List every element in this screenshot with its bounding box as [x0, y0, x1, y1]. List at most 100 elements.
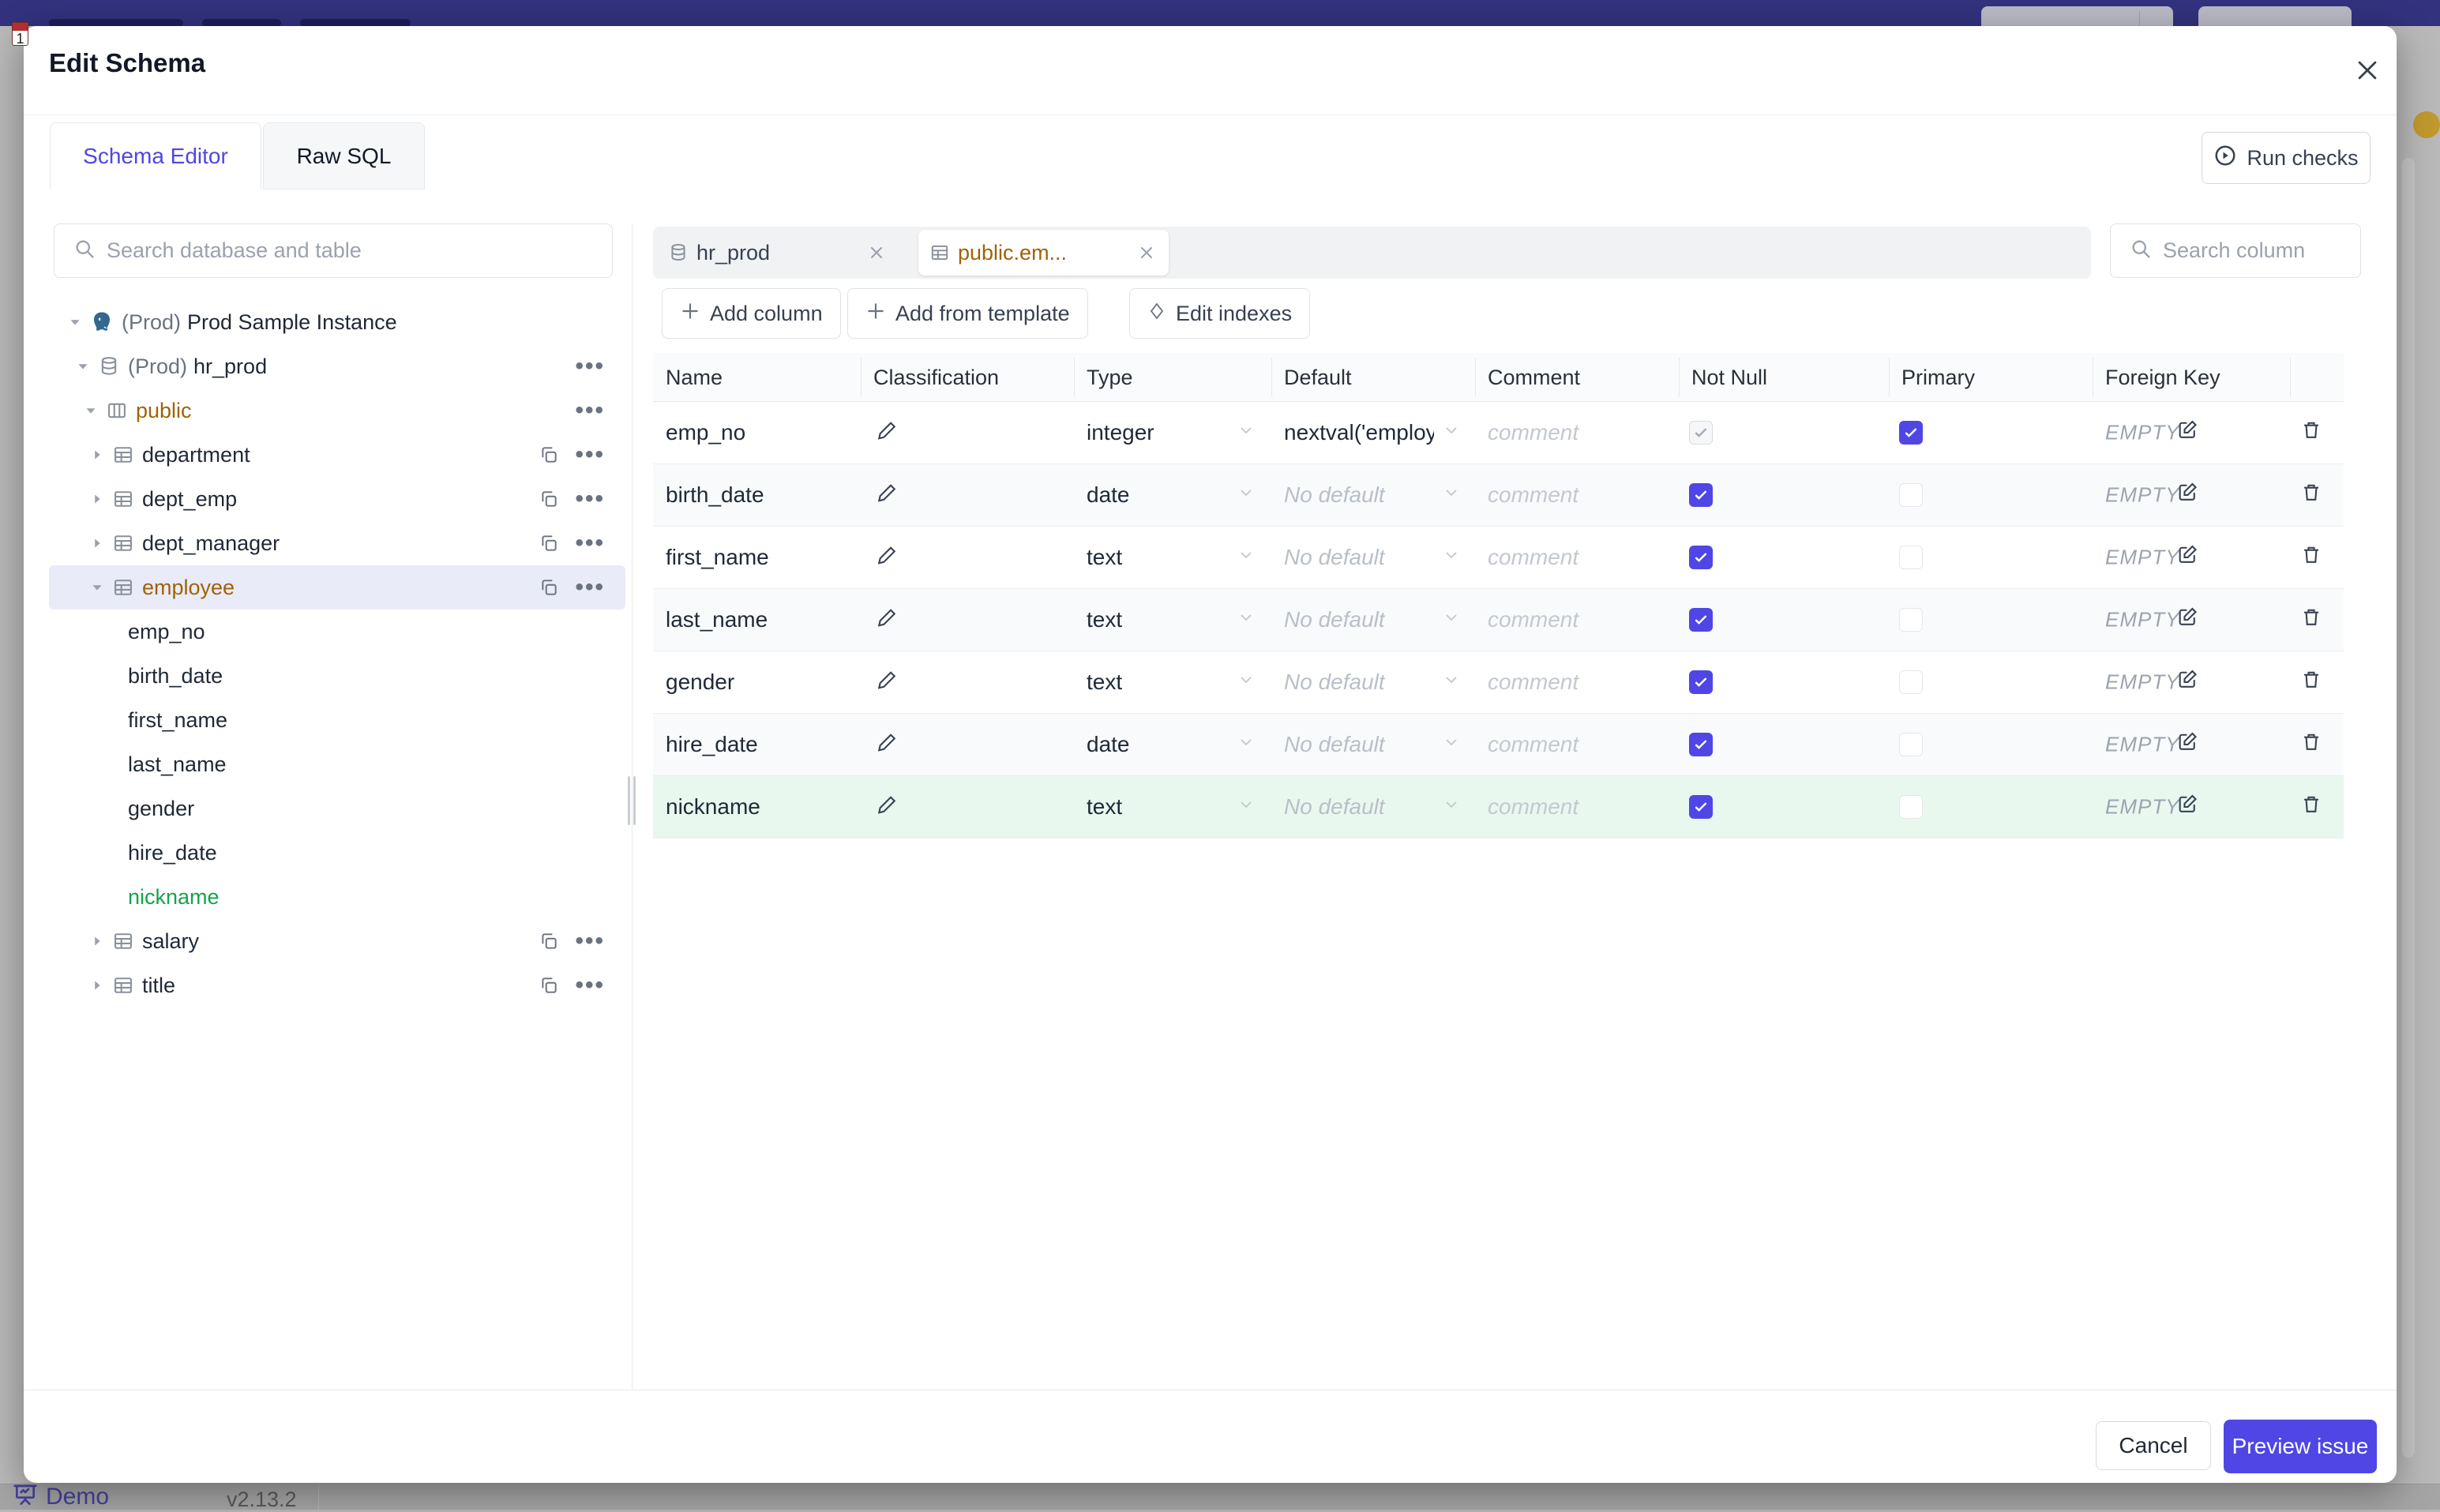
primary-checkbox[interactable]	[1899, 546, 1923, 569]
chevron-down-icon[interactable]	[1237, 794, 1256, 820]
add-from-template-button[interactable]: Add from template	[847, 288, 1088, 339]
primary-checkbox[interactable]	[1899, 795, 1923, 819]
chevron-down-icon[interactable]	[1442, 794, 1461, 820]
column-comment-input[interactable]: comment	[1488, 420, 1578, 445]
tree-column-last-name[interactable]: last_name	[49, 742, 625, 786]
chevron-down-icon[interactable]	[66, 313, 84, 331]
delete-column-icon[interactable]	[2300, 419, 2322, 447]
classification-pencil-icon[interactable]	[877, 482, 899, 509]
column-search-input[interactable]: Search column	[2110, 223, 2361, 278]
chevron-down-icon[interactable]	[1237, 420, 1256, 445]
column-comment-input[interactable]: comment	[1488, 482, 1578, 508]
chevron-down-icon[interactable]	[1237, 545, 1256, 570]
more-actions-icon[interactable]: •••	[575, 929, 605, 953]
close-icon[interactable]	[1137, 243, 1156, 262]
tree-column-nickname[interactable]: nickname	[49, 875, 625, 919]
primary-checkbox[interactable]	[1899, 733, 1923, 756]
chevron-down-icon[interactable]	[1442, 545, 1461, 570]
classification-pencil-icon[interactable]	[877, 419, 899, 447]
scrollbar[interactable]	[2402, 158, 2415, 1458]
add-column-button[interactable]: Add column	[662, 288, 841, 339]
more-actions-icon[interactable]: •••	[575, 531, 605, 555]
copy-icon[interactable]	[539, 975, 559, 996]
copy-icon[interactable]	[539, 577, 559, 598]
copy-icon[interactable]	[539, 445, 559, 465]
column-comment-input[interactable]: comment	[1488, 607, 1578, 632]
edit-foreign-key-icon[interactable]	[2176, 794, 2198, 821]
not-null-checkbox[interactable]	[1689, 483, 1713, 507]
column-type-select[interactable]: integer	[1087, 420, 1154, 445]
edit-foreign-key-icon[interactable]	[2176, 419, 2198, 447]
classification-pencil-icon[interactable]	[877, 731, 899, 759]
chevron-down-icon[interactable]	[1237, 482, 1256, 508]
tree-node-table-department[interactable]: department •••	[49, 433, 625, 477]
tree-column-first-name[interactable]: first_name	[49, 698, 625, 742]
tree-column-emp-no[interactable]: emp_no	[49, 610, 625, 654]
close-icon[interactable]	[867, 243, 886, 262]
chevron-down-icon[interactable]	[1442, 670, 1461, 695]
tree-node-database[interactable]: (Prod) hr_prod •••	[49, 344, 625, 388]
tree-node-schema[interactable]: public •••	[49, 388, 625, 433]
chevron-down-icon[interactable]	[1237, 732, 1256, 757]
classification-pencil-icon[interactable]	[877, 669, 899, 696]
edit-foreign-key-icon[interactable]	[2176, 669, 2198, 696]
copy-icon[interactable]	[539, 931, 559, 951]
column-default-select[interactable]: No default	[1284, 732, 1385, 757]
tab-chip-table[interactable]: public.em...	[918, 230, 1169, 276]
chevron-down-icon[interactable]	[1442, 420, 1461, 445]
chevron-down-icon[interactable]	[82, 402, 99, 419]
not-null-checkbox[interactable]	[1689, 795, 1713, 819]
panel-resize-handle[interactable]	[626, 776, 637, 825]
not-null-checkbox[interactable]	[1689, 546, 1713, 569]
tab-raw-sql[interactable]: Raw SQL	[263, 122, 425, 189]
delete-column-icon[interactable]	[2300, 731, 2322, 759]
column-default-select[interactable]: No default	[1284, 794, 1385, 820]
more-actions-icon[interactable]: •••	[575, 487, 605, 511]
tree-column-gender[interactable]: gender	[49, 786, 625, 831]
tree-node-instance[interactable]: (Prod) Prod Sample Instance	[49, 300, 625, 344]
edit-foreign-key-icon[interactable]	[2176, 606, 2198, 634]
copy-icon[interactable]	[539, 489, 559, 509]
edit-indexes-button[interactable]: Edit indexes	[1129, 288, 1311, 339]
column-name[interactable]: birth_date	[666, 482, 764, 508]
more-actions-icon[interactable]: •••	[575, 576, 605, 599]
more-actions-icon[interactable]: •••	[575, 443, 605, 467]
chevron-down-icon[interactable]	[1237, 670, 1256, 695]
column-default-select[interactable]: nextval('employ	[1284, 420, 1434, 445]
chevron-down-icon[interactable]	[1237, 607, 1256, 632]
chevron-down-icon[interactable]	[74, 358, 92, 375]
delete-column-icon[interactable]	[2300, 544, 2322, 572]
close-icon[interactable]	[2350, 53, 2385, 88]
column-comment-input[interactable]: comment	[1488, 732, 1578, 757]
chevron-right-icon[interactable]	[88, 446, 106, 463]
column-name[interactable]: emp_no	[666, 420, 745, 445]
not-null-checkbox[interactable]	[1689, 608, 1713, 632]
tree-node-table-title[interactable]: title •••	[49, 963, 625, 1007]
edit-foreign-key-icon[interactable]	[2176, 544, 2198, 572]
classification-pencil-icon[interactable]	[877, 794, 899, 821]
chevron-right-icon[interactable]	[88, 535, 106, 552]
tree-column-birth-date[interactable]: birth_date	[49, 654, 625, 698]
preview-issue-button[interactable]: Preview issue	[2224, 1420, 2377, 1473]
column-type-select[interactable]: text	[1087, 545, 1122, 570]
run-checks-button[interactable]: Run checks	[2202, 132, 2371, 184]
tab-schema-editor[interactable]: Schema Editor	[50, 122, 261, 189]
primary-checkbox[interactable]	[1899, 670, 1923, 694]
database-search-input[interactable]: Search database and table	[54, 223, 613, 278]
delete-column-icon[interactable]	[2300, 794, 2322, 821]
column-type-select[interactable]: text	[1087, 794, 1122, 820]
chevron-right-icon[interactable]	[88, 977, 106, 994]
column-type-select[interactable]: date	[1087, 732, 1130, 757]
column-name[interactable]: last_name	[666, 607, 768, 632]
column-comment-input[interactable]: comment	[1488, 545, 1578, 570]
tree-node-table-salary[interactable]: salary •••	[49, 919, 625, 963]
more-actions-icon[interactable]: •••	[575, 355, 605, 378]
column-name[interactable]: gender	[666, 670, 734, 695]
chevron-down-icon[interactable]	[88, 579, 106, 596]
column-default-select[interactable]: No default	[1284, 670, 1385, 695]
classification-pencil-icon[interactable]	[877, 606, 899, 634]
chevron-down-icon[interactable]	[1442, 482, 1461, 508]
edit-foreign-key-icon[interactable]	[2176, 731, 2198, 759]
chevron-right-icon[interactable]	[88, 490, 106, 508]
tree-node-table-dept-emp[interactable]: dept_emp •••	[49, 477, 625, 521]
